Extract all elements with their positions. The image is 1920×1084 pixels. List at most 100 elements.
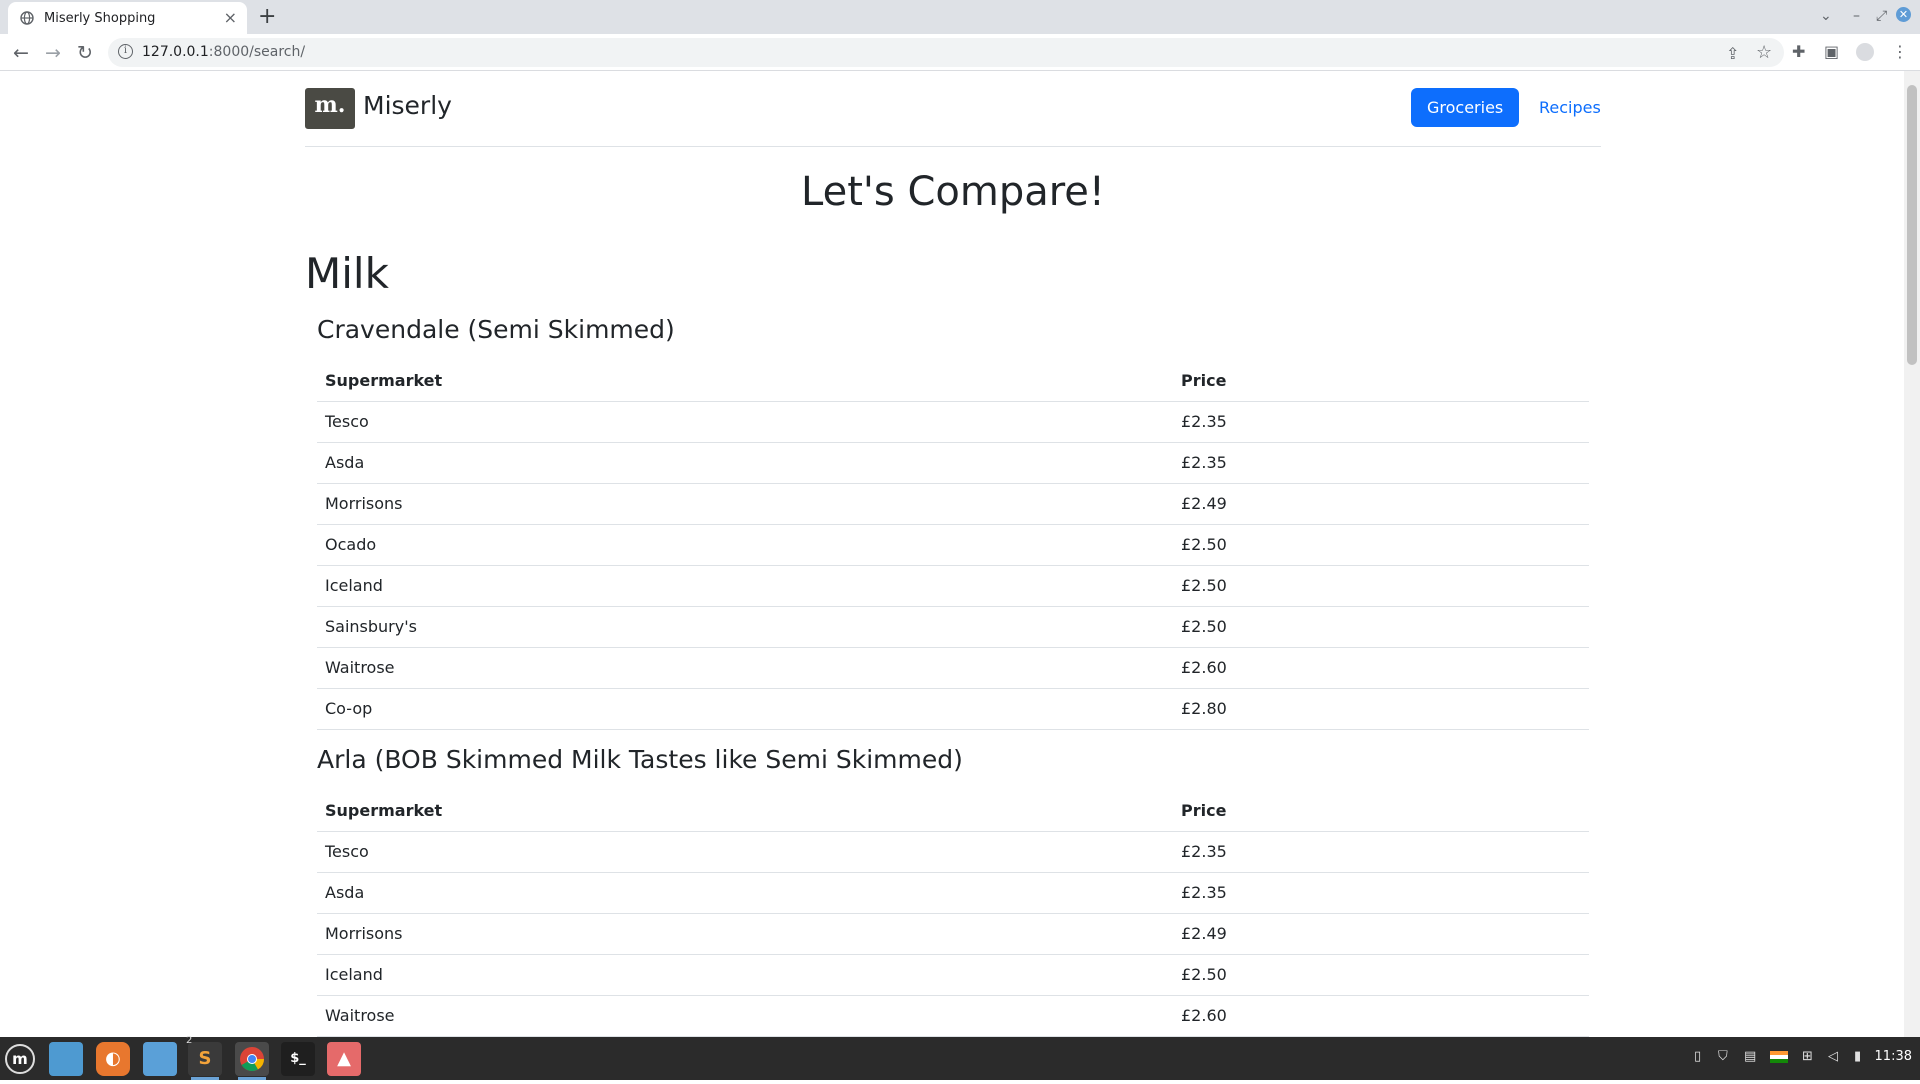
site-logo[interactable]: m. — [305, 88, 355, 129]
side-panel-icon[interactable]: ▣ — [1824, 42, 1839, 61]
tab-close-icon[interactable]: × — [224, 8, 237, 27]
network-icon[interactable]: ⊞ — [1802, 1049, 1813, 1064]
menu-icon[interactable]: m — [5, 1044, 35, 1074]
terminal-icon[interactable]: $_ — [281, 1042, 315, 1076]
table-row: Waitrose £2.60 — [317, 647, 1589, 689]
mint-logo-icon: m — [12, 1050, 28, 1068]
battery-icon[interactable]: ▮ — [1854, 1049, 1861, 1064]
image-viewer-icon[interactable]: ▲ — [327, 1042, 361, 1076]
os-taskbar: m ◐ S 2 $_ ▲ ▯ ⛉ ▤ ⊞ ◁ ▮ 11:38 — [0, 1035, 1920, 1080]
table-row: Morrisons £2.49 — [317, 483, 1589, 525]
price-cell: £2.35 — [1173, 831, 1589, 873]
table-row: Asda £2.35 — [317, 872, 1589, 914]
product-title: Arla (BOB Skimmed Milk Tastes like Semi … — [317, 745, 963, 774]
chrome-glyph-icon — [235, 1042, 269, 1076]
category-heading: Milk — [305, 249, 389, 298]
window-count-badge: 2 — [186, 1035, 193, 1046]
supermarket-cell: Sainsbury's — [317, 606, 1173, 648]
site-info-icon[interactable]: i — [118, 44, 133, 59]
table-row: Asda £2.35 — [317, 442, 1589, 484]
supermarket-cell: Morrisons — [317, 913, 1173, 955]
extensions-icon[interactable]: ✚ — [1792, 42, 1805, 61]
table-row: Morrisons £2.49 — [317, 913, 1589, 955]
terminal-glyph-icon: $_ — [290, 1051, 306, 1066]
price-cell: £2.35 — [1173, 442, 1589, 484]
address-url: 127.0.0.1:8000/search/ — [142, 44, 306, 60]
table-row: Iceland £2.50 — [317, 954, 1589, 996]
firefox-glyph-icon: ◐ — [105, 1048, 121, 1069]
price-cell: £2.50 — [1173, 524, 1589, 566]
page-scrollbar[interactable] — [1904, 71, 1920, 1037]
taskbar-clock[interactable]: 11:38 — [1875, 1049, 1912, 1064]
globe-icon — [20, 11, 34, 25]
tab-search-icon[interactable]: ⌄ — [1820, 8, 1832, 24]
address-bar[interactable]: i 127.0.0.1:8000/search/ ⇪ ☆ — [108, 38, 1784, 67]
browser-tab[interactable]: Miserly Shopping × — [8, 2, 247, 34]
price-cell: £2.50 — [1173, 606, 1589, 648]
back-icon[interactable]: ← — [8, 40, 34, 66]
nav-recipes[interactable]: Recipes — [1523, 88, 1617, 127]
price-cell: £2.50 — [1173, 954, 1589, 996]
table-header-row: Supermarket Price — [317, 790, 1589, 832]
table-row: Ocado £2.50 — [317, 524, 1589, 566]
nav-groceries[interactable]: Groceries — [1411, 88, 1520, 127]
table-row: Tesco £2.35 — [317, 831, 1589, 873]
price-cell: £2.35 — [1173, 872, 1589, 914]
chrome-icon[interactable] — [235, 1042, 269, 1080]
column-header-supermarket: Supermarket — [317, 790, 1173, 832]
scrollbar-thumb[interactable] — [1907, 85, 1917, 365]
product-title: Cravendale (Semi Skimmed) — [317, 315, 675, 344]
close-window-icon[interactable]: ✕ — [1896, 7, 1911, 22]
shield-icon[interactable]: ⛉ — [1718, 1049, 1728, 1064]
table-row: Co-op £2.80 — [317, 688, 1589, 730]
supermarket-cell: Iceland — [317, 954, 1173, 996]
price-table: Supermarket Price Tesco £2.35 Asda £2.35 M… — [317, 360, 1589, 730]
share-icon[interactable]: ⇪ — [1726, 44, 1739, 63]
page-viewport: m. Miserly Groceries Recipes Let's Compa… — [0, 71, 1904, 1037]
supermarket-cell: Waitrose — [317, 647, 1173, 689]
table-row: Sainsbury's £2.50 — [317, 606, 1589, 648]
bookmark-star-icon[interactable]: ☆ — [1756, 42, 1772, 63]
page-title: Let's Compare! — [801, 169, 1105, 215]
table-row: Tesco £2.35 — [317, 401, 1589, 443]
show-desktop-icon[interactable] — [49, 1042, 83, 1076]
tab-title: Miserly Shopping — [44, 11, 156, 26]
browser-menu-icon[interactable]: ⋮ — [1892, 42, 1908, 61]
supermarket-cell: Tesco — [317, 831, 1173, 873]
clipboard-icon[interactable]: ▯ — [1694, 1049, 1701, 1064]
supermarket-cell: Ocado — [317, 524, 1173, 566]
minimize-icon[interactable]: – — [1853, 8, 1860, 24]
page-container: m. Miserly Groceries Recipes Let's Compa… — [305, 71, 1601, 1037]
sublime-text-icon[interactable]: S 2 — [186, 1035, 222, 1080]
price-cell: £2.60 — [1173, 995, 1589, 1037]
reload-icon[interactable]: ↻ — [72, 40, 98, 66]
volume-icon[interactable]: ◁ — [1828, 1049, 1838, 1064]
new-tab-button[interactable]: + — [258, 4, 276, 29]
sublime-glyph-icon: S — [198, 1048, 212, 1069]
firefox-icon[interactable]: ◐ — [96, 1042, 130, 1076]
table-row: Iceland £2.50 — [317, 565, 1589, 607]
column-header-supermarket: Supermarket — [317, 360, 1173, 402]
price-cell: £2.80 — [1173, 688, 1589, 730]
maximize-icon[interactable]: ⤢ — [1876, 8, 1887, 24]
table-row: Waitrose £2.60 — [317, 995, 1589, 1037]
price-cell: £2.50 — [1173, 565, 1589, 607]
profile-avatar-icon[interactable] — [1856, 43, 1874, 61]
price-table: Supermarket Price Tesco £2.35 Asda £2.35 M… — [317, 790, 1589, 1037]
supermarket-cell: Iceland — [317, 565, 1173, 607]
supermarket-cell: Co-op — [317, 688, 1173, 730]
image-glyph-icon: ▲ — [337, 1048, 351, 1069]
site-brand[interactable]: Miserly — [363, 91, 452, 120]
supermarket-cell: Morrisons — [317, 483, 1173, 525]
forward-icon[interactable]: → — [40, 40, 66, 66]
product-section: Cravendale (Semi Skimmed) Supermarket Pr… — [317, 309, 1589, 730]
price-cell: £2.35 — [1173, 401, 1589, 443]
price-cell: £2.49 — [1173, 483, 1589, 525]
notes-icon[interactable]: ▤ — [1744, 1049, 1756, 1064]
browser-toolbar: ← → ↻ i 127.0.0.1:8000/search/ ⇪ ☆ ✚ ▣ ⋮ — [0, 34, 1920, 71]
supermarket-cell: Asda — [317, 872, 1173, 914]
file-manager-icon[interactable] — [143, 1042, 177, 1076]
table-header-row: Supermarket Price — [317, 360, 1589, 402]
keyboard-layout-flag-icon[interactable] — [1770, 1051, 1788, 1063]
column-header-price: Price — [1173, 790, 1589, 832]
